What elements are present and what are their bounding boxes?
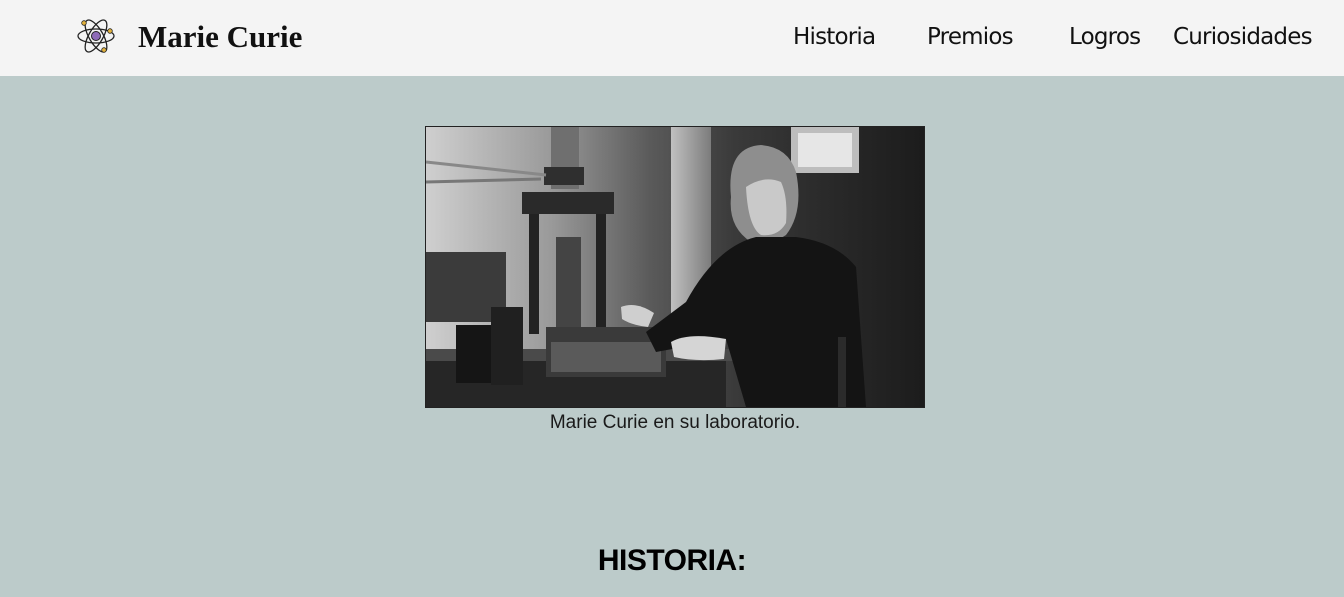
laboratory-photo-illustration <box>426 127 924 407</box>
top-navigation-bar: Marie Curie Historia Premios Logros Curi… <box>0 0 1344 76</box>
nav-link-curiosidades[interactable]: Curiosidades <box>1173 21 1313 53</box>
atom-icon[interactable] <box>76 17 116 55</box>
nav-link-logros[interactable]: Logros <box>1069 21 1141 53</box>
site-title[interactable]: Marie Curie <box>138 17 302 57</box>
image-caption: Marie Curie en su laboratorio. <box>549 412 801 433</box>
nav-link-premios[interactable]: Premios <box>927 21 1014 53</box>
nav-link-historia[interactable]: Historia <box>793 21 876 53</box>
section-heading-historia: HISTORIA: <box>597 544 747 577</box>
marie-curie-laboratory-photo <box>425 126 925 408</box>
